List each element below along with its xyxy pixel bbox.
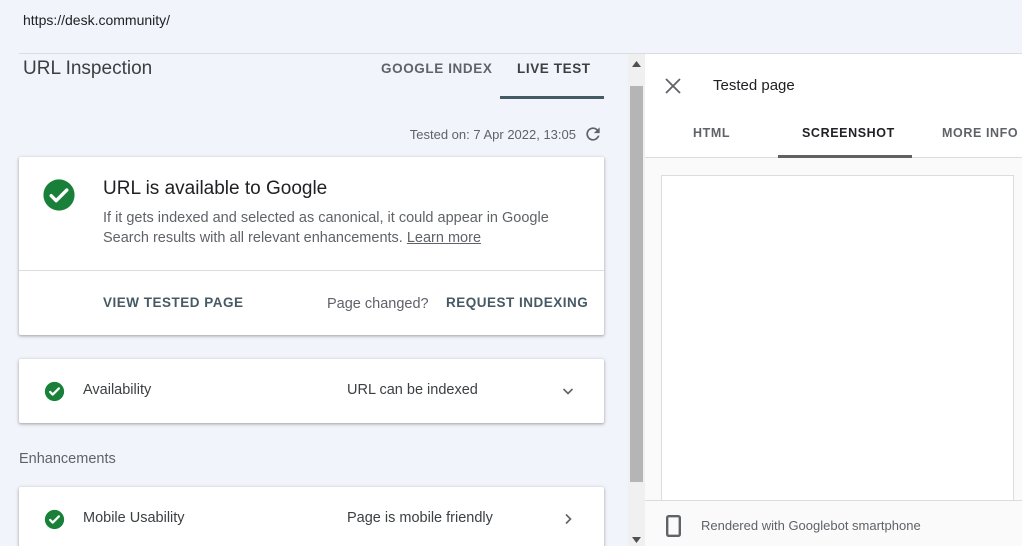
refresh-icon[interactable] (583, 124, 603, 144)
screenshot-preview (661, 175, 1014, 501)
mobile-usability-row[interactable]: Mobile Usability Page is mobile friendly (19, 487, 604, 546)
scroll-up-arrow-icon[interactable] (632, 61, 641, 67)
mobile-usability-value: Page is mobile friendly (347, 510, 493, 526)
availability-summary-card: URL is available to Google If it gets in… (19, 157, 604, 335)
availability-row[interactable]: Availability URL can be indexed (19, 359, 604, 423)
rendered-with-text: Rendered with Googlebot smartphone (701, 518, 921, 533)
chevron-down-icon[interactable] (560, 383, 576, 399)
mobile-usability-label: Mobile Usability (83, 510, 185, 526)
active-tab-indicator (500, 96, 604, 99)
card-divider (19, 270, 604, 271)
tab-screenshot[interactable]: SCREENSHOT (802, 126, 895, 140)
status-description: If it gets indexed and selected as canon… (103, 208, 583, 248)
active-tab-indicator (778, 155, 912, 158)
panel-footer: Rendered with Googlebot smartphone (645, 500, 1022, 546)
availability-value: URL can be indexed (347, 382, 478, 398)
panel-title: Tested page (713, 77, 795, 94)
page-title: URL Inspection (23, 58, 153, 79)
request-indexing-button[interactable]: REQUEST INDEXING (446, 295, 588, 310)
tab-live-test[interactable]: LIVE TEST (517, 61, 591, 76)
tab-more-info[interactable]: MORE INFO (942, 126, 1018, 140)
view-tested-page-button[interactable]: VIEW TESTED PAGE (103, 295, 244, 310)
tab-html[interactable]: HTML (693, 126, 730, 140)
learn-more-link[interactable]: Learn more (407, 230, 481, 246)
tested-page-panel: Tested page HTML SCREENSHOT MORE INFO Re… (645, 54, 1022, 546)
smartphone-icon (666, 515, 681, 537)
panel-header: Tested page HTML SCREENSHOT MORE INFO (645, 54, 1022, 158)
check-circle-icon (44, 381, 65, 402)
enhancements-heading: Enhancements (19, 451, 116, 467)
status-title: URL is available to Google (103, 178, 328, 199)
inspection-pane: URL Inspection GOOGLE INDEX LIVE TEST Te… (0, 54, 628, 546)
tested-on-timestamp: Tested on: 7 Apr 2022, 13:05 (409, 127, 576, 142)
availability-label: Availability (83, 382, 152, 398)
check-circle-icon (44, 509, 65, 530)
inspected-url: https://desk.community/ (23, 12, 171, 28)
check-circle-icon (43, 179, 75, 211)
status-description-text: If it gets indexed and selected as canon… (103, 210, 549, 246)
page-changed-label: Page changed? (327, 296, 429, 312)
scroll-down-arrow-icon[interactable] (632, 537, 641, 543)
scrollbar[interactable] (628, 54, 645, 546)
chevron-right-icon[interactable] (560, 511, 576, 527)
scrollbar-thumb[interactable] (630, 86, 643, 482)
tab-google-index[interactable]: GOOGLE INDEX (381, 61, 492, 76)
close-icon[interactable] (664, 77, 682, 95)
